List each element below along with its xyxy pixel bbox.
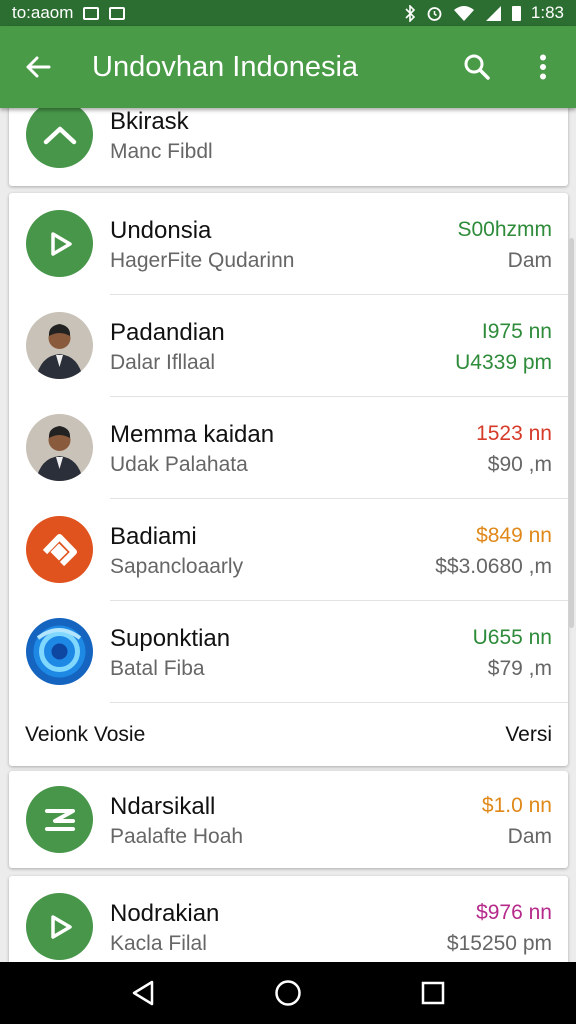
scrollbar[interactable]: [569, 238, 574, 628]
nav-recents-button[interactable]: [393, 962, 473, 1024]
item-price: S00hzmm: [457, 218, 552, 241]
home-circle-icon: [275, 980, 301, 1006]
item-unit: Dam: [507, 249, 552, 272]
back-triangle-icon: [132, 980, 153, 1006]
app-bar: Undovhan Indonesia: [0, 26, 576, 108]
recents-square-icon: [422, 981, 445, 1005]
item-name: Badiami: [110, 523, 197, 550]
item-price: $976 nn: [476, 901, 552, 924]
item-subtitle: Manc Fibdl: [110, 140, 213, 163]
item-subtitle: Sapancloaarly: [110, 555, 244, 578]
item-subtitle: Dalar Ifllaal: [110, 351, 216, 374]
list-item[interactable]: Memma kaidan Udak Palahata 1523 nn $90 ,m: [9, 397, 568, 499]
item-price: $1.0 nn: [481, 794, 552, 817]
chevron-up-icon: [43, 126, 76, 144]
item-subtitle: Paalafte Hoah: [110, 825, 244, 848]
item-unit: $79 ,m: [487, 657, 552, 680]
battery-icon: [511, 5, 521, 21]
list-item[interactable]: Bkirask Manc Fibdl: [9, 108, 568, 186]
nav-back-button[interactable]: [103, 962, 183, 1024]
blue-app-icon: [26, 618, 93, 685]
card-a[interactable]: Ndarsikall Paalafte Hoah $1.0 nn Dam: [9, 771, 568, 868]
play-icon: [50, 231, 72, 256]
search-icon: [464, 54, 490, 80]
back-button[interactable]: [0, 26, 76, 108]
play-icon: [50, 914, 72, 939]
avatar: [26, 893, 93, 960]
avatar: [26, 786, 93, 853]
list-item[interactable]: Ndarsikall Paalafte Hoah $1.0 nn Dam: [9, 771, 568, 868]
more-options-button[interactable]: [510, 26, 576, 108]
list-card: Undonsia HagerFite Qudarinn S00hzmm Dam Pada…: [9, 193, 568, 766]
item-subtitle: Batal Fiba: [110, 657, 205, 680]
item-price: I975 nn: [481, 320, 552, 343]
list-item[interactable]: Undonsia HagerFite Qudarinn S00hzmm Dam: [9, 193, 568, 295]
item-name: Ndarsikall: [110, 793, 216, 820]
nav-home-button[interactable]: [248, 962, 328, 1024]
card-b[interactable]: Nodrakian Kacla Filal $976 nn $15250 pm: [9, 876, 568, 962]
item-unit: $90 ,m: [487, 453, 552, 476]
item-subtitle: HagerFite Qudarinn: [110, 249, 295, 272]
arrow-left-icon: [26, 56, 51, 78]
person-photo-icon: [26, 312, 93, 379]
status-bar: to:aaom 1:83: [0, 0, 576, 26]
item-unit: U4339 pm: [455, 351, 552, 374]
footer-right-label: Versi: [505, 723, 552, 746]
item-name: Undonsia: [110, 217, 212, 244]
avatar: [26, 618, 93, 685]
item-name: Padandian: [110, 319, 225, 346]
alarm-icon: [427, 6, 442, 21]
item-subtitle: Kacla Filal: [110, 932, 207, 955]
wifi-icon: [453, 5, 474, 21]
footer-left-label: Veionk Vosie: [25, 723, 146, 746]
status-time: 1:83: [530, 3, 564, 22]
bluetooth-icon: [405, 4, 416, 22]
item-unit: Dam: [507, 825, 552, 848]
orange-app-icon: [26, 516, 93, 583]
item-unit: $$3.0680 ,m: [435, 555, 552, 578]
avatar: [26, 210, 93, 277]
item-price: 1523 nn: [476, 422, 552, 445]
page-title: Undovhan Indonesia: [92, 50, 359, 83]
avatar: [26, 108, 93, 168]
item-unit: $15250 pm: [446, 932, 552, 955]
system-nav-bar: [0, 962, 576, 1024]
item-price: $849 nn: [476, 524, 552, 547]
notification-icon: [109, 6, 126, 20]
item-name: Suponktian: [110, 625, 231, 652]
image-icon: [83, 6, 100, 20]
list-item[interactable]: Badiami Sapancloaarly $849 nn $$3.0680 ,m: [9, 499, 568, 601]
list-item[interactable]: Padandian Dalar Ifllaal I975 nn U4339 pm: [9, 295, 568, 397]
ticket-icon: [44, 808, 75, 831]
item-subtitle: Udak Palahata: [110, 453, 248, 476]
top-card[interactable]: Bkirask Manc Fibdl: [9, 108, 568, 186]
list-item[interactable]: Nodrakian Kacla Filal $976 nn $15250 pm: [9, 876, 568, 962]
item-name: Nodrakian: [110, 900, 220, 927]
person-photo-icon: [26, 414, 93, 481]
item-price: U655 nn: [472, 626, 552, 649]
avatar: [26, 516, 93, 583]
avatar: [26, 414, 93, 481]
search-button[interactable]: [444, 26, 510, 108]
item-name: Bkirask: [110, 108, 189, 135]
list-footer: Veionk Vosie Versi: [9, 703, 568, 765]
list-item[interactable]: Suponktian Batal Fiba U655 nn $79 ,m: [9, 601, 568, 703]
signal-icon: [485, 5, 501, 21]
status-left-text: to:aaom: [12, 3, 74, 22]
avatar: [26, 312, 93, 379]
content-scroll[interactable]: Bkirask Manc Fibdl Undonsia HagerFite Qud…: [0, 108, 576, 962]
more-vert-icon: [540, 54, 546, 80]
item-name: Memma kaidan: [110, 421, 275, 448]
